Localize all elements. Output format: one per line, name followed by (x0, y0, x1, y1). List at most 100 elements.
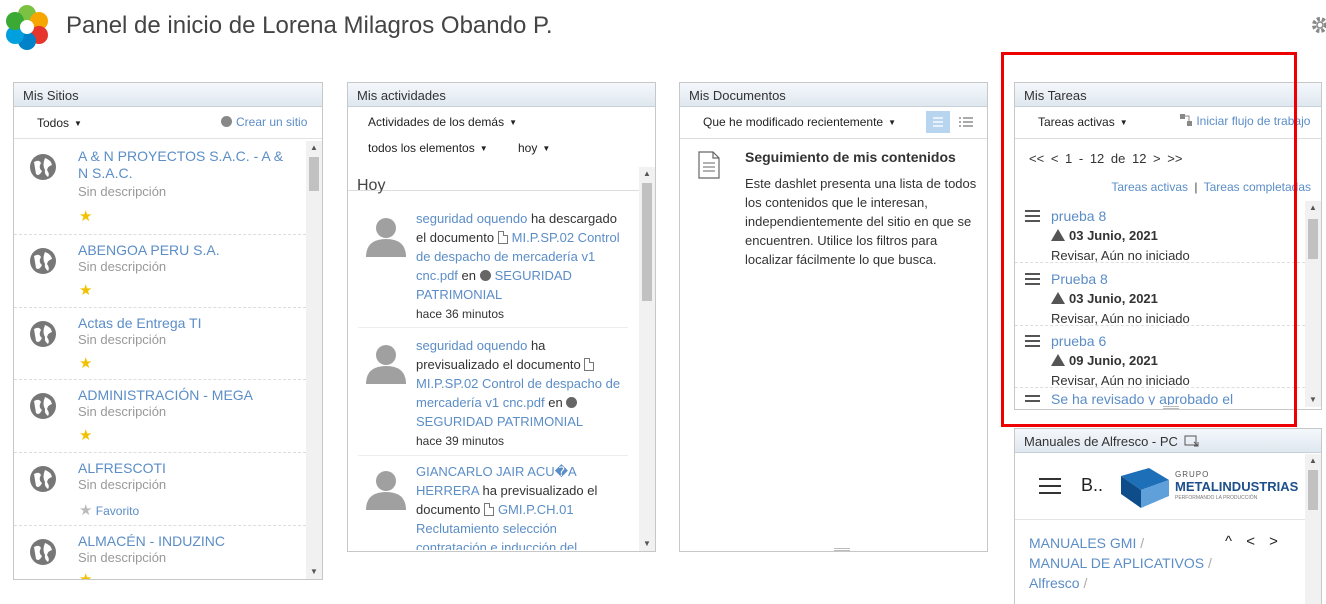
task-menu-icon[interactable] (1025, 273, 1040, 288)
task-name-link[interactable]: Se ha revisado y aprobado el (1051, 391, 1233, 405)
activity-site-link[interactable]: SEGURIDAD PATRIMONIAL (416, 414, 583, 429)
pager-first-button[interactable]: << (1029, 151, 1044, 166)
scroll-thumb[interactable] (1308, 470, 1318, 510)
task-due-date: 03 Junio, 2021 (1051, 228, 1158, 243)
site-name[interactable]: ADMINISTRACIÓN - MEGA (78, 387, 288, 404)
resize-handle[interactable] (1163, 406, 1179, 409)
scroll-up-icon[interactable]: ▲ (1305, 454, 1321, 468)
activity-document-link[interactable]: MI.P.SP.02 Control de despacho de mercad… (416, 376, 620, 410)
resize-handle[interactable] (834, 548, 850, 551)
favorite-star-icon[interactable]: ★ (79, 570, 92, 579)
globe-icon (30, 539, 56, 565)
hamburger-menu-icon[interactable] (1039, 478, 1061, 499)
pager-prev-button[interactable]: < (1051, 151, 1059, 166)
scroll-up-icon[interactable]: ▲ (639, 167, 655, 181)
next-icon[interactable]: > (1269, 533, 1278, 550)
sites-filter-dropdown[interactable]: Todos ▼ (37, 116, 82, 130)
tasks-filter-dropdown[interactable]: Tareas activas ▼ (1038, 115, 1128, 129)
globe-icon (30, 154, 56, 180)
site-name[interactable]: ABENGOA PERU S.A. (78, 242, 288, 259)
alfresco-logo[interactable] (4, 4, 50, 50)
site-name[interactable]: Actas de Entrega TI (78, 315, 288, 332)
list-item[interactable]: ALFRESCOTI Sin descripción ★ Favorito (14, 453, 306, 526)
task-menu-icon[interactable] (1025, 395, 1040, 405)
warning-icon (1051, 292, 1065, 304)
list-item[interactable]: ALMACÉN - INDUZINC Sin descripción ★ (14, 526, 306, 579)
task-status: Revisar, Aún no iniciado (1051, 373, 1190, 388)
task-item[interactable]: prueba 8 03 Junio, 2021 Revisar, Aún no … (1015, 201, 1305, 263)
site-name[interactable]: ALFRESCOTI (78, 460, 288, 477)
document-icon (698, 151, 720, 179)
list-item[interactable]: A & N PROYECTOS S.A.C. - A & N S.A.C. Si… (14, 141, 306, 235)
activity-text: seguridad oquendo ha descargado el docum… (416, 211, 620, 321)
external-window-icon[interactable] (1184, 434, 1200, 448)
gear-icon[interactable] (1311, 16, 1326, 34)
breadcrumb-item[interactable]: MANUALES GMI (1029, 535, 1136, 551)
favorite-star-icon[interactable]: ★ (79, 207, 92, 225)
list-item[interactable]: ADMINISTRACIÓN - MEGA Sin descripción ★ (14, 380, 306, 453)
activity-day-heading: Hoy (357, 177, 386, 194)
favorite-star-icon[interactable]: ★ (79, 354, 92, 372)
activity-user-link[interactable]: seguridad oquendo (416, 211, 527, 226)
collapse-icon[interactable]: ^ (1225, 533, 1232, 550)
activity-user-link[interactable]: seguridad oquendo (416, 338, 527, 353)
previous-icon[interactable]: < (1246, 533, 1255, 550)
completed-tasks-link[interactable]: Tareas completadas (1204, 180, 1311, 194)
task-menu-icon[interactable] (1025, 210, 1040, 225)
activities-user-filter[interactable]: Actividades de los demás ▼ (368, 115, 517, 129)
simple-view-button[interactable] (926, 111, 950, 133)
resize-handle[interactable] (168, 579, 184, 580)
list-view-icon (933, 117, 943, 127)
breadcrumb-item[interactable]: Alfresco (1029, 575, 1080, 591)
scroll-thumb[interactable] (1308, 219, 1318, 259)
task-item[interactable]: Prueba 8 03 Junio, 2021 Revisar, Aún no … (1015, 264, 1305, 326)
activity-text: seguridad oquendo ha previsualizado el d… (416, 338, 621, 448)
activities-time-filter[interactable]: hoy ▼ (518, 141, 550, 155)
scroll-down-icon[interactable]: ▼ (1305, 393, 1321, 407)
logo-mark (1121, 468, 1169, 508)
scroll-down-icon[interactable]: ▼ (639, 537, 655, 551)
manuals-scrollbar[interactable]: ▲ (1305, 454, 1321, 604)
detailed-view-button[interactable] (954, 111, 978, 133)
task-name-link[interactable]: prueba 8 (1051, 208, 1106, 224)
favorite-star-icon[interactable]: ★ (79, 426, 92, 444)
document-icon (584, 358, 595, 371)
dashlet-title: Mis actividades (348, 83, 655, 107)
task-name-link[interactable]: prueba 6 (1051, 333, 1106, 349)
active-tasks-link[interactable]: Tareas activas (1111, 180, 1188, 194)
list-item[interactable]: ABENGOA PERU S.A. Sin descripción ★ (14, 235, 306, 308)
task-item[interactable]: prueba 6 09 Junio, 2021 Revisar, Aún no … (1015, 326, 1305, 388)
create-site-link[interactable]: Crear un sitio (221, 115, 307, 129)
scroll-up-icon[interactable]: ▲ (1305, 201, 1321, 215)
site-description: Sin descripción (78, 550, 167, 565)
task-name-link[interactable]: Prueba 8 (1051, 271, 1108, 287)
scroll-thumb[interactable] (642, 183, 652, 301)
avatar (366, 345, 406, 384)
globe-icon (566, 397, 578, 408)
add-favorite-link[interactable]: ★ Favorito (79, 501, 139, 519)
scroll-up-icon[interactable]: ▲ (306, 141, 322, 155)
pager-next-button[interactable]: > (1153, 151, 1161, 166)
task-item[interactable]: Se ha revisado y aprobado el (1015, 389, 1305, 405)
avatar (366, 218, 406, 257)
activities-scrollbar[interactable]: ▲ ▼ (639, 167, 655, 551)
site-name[interactable]: A & N PROYECTOS S.A.C. - A & N S.A.C. (78, 148, 288, 182)
task-menu-icon[interactable] (1025, 335, 1040, 350)
scroll-thumb[interactable] (309, 157, 319, 191)
site-name[interactable]: ALMACÉN - INDUZINC (78, 533, 288, 550)
site-list: A & N PROYECTOS S.A.C. - A & N S.A.C. Si… (14, 141, 306, 579)
documents-filter-dropdown[interactable]: Que he modificado recientemente ▼ (703, 115, 896, 129)
favorite-star-icon[interactable]: ★ (79, 281, 92, 299)
sites-scrollbar[interactable]: ▲ ▼ (306, 141, 322, 579)
activities-items-filter[interactable]: todos los elementos ▼ (368, 141, 488, 155)
pager-last-button[interactable]: >> (1167, 151, 1182, 166)
breadcrumb-item[interactable]: MANUAL DE APLICATIVOS (1029, 555, 1204, 571)
tasks-scrollbar[interactable]: ▲ ▼ (1305, 201, 1321, 407)
divider (358, 455, 628, 456)
site-description: Sin descripción (78, 259, 167, 274)
list-item[interactable]: Actas de Entrega TI Sin descripción ★ (14, 308, 306, 380)
scroll-down-icon[interactable]: ▼ (306, 565, 322, 579)
activity-item: GIANCARLO JAIR ACU�A HERRERA ha previsua… (348, 462, 638, 550)
globe-icon (30, 321, 56, 347)
start-workflow-link[interactable]: Iniciar flujo de trabajo (1179, 113, 1310, 128)
